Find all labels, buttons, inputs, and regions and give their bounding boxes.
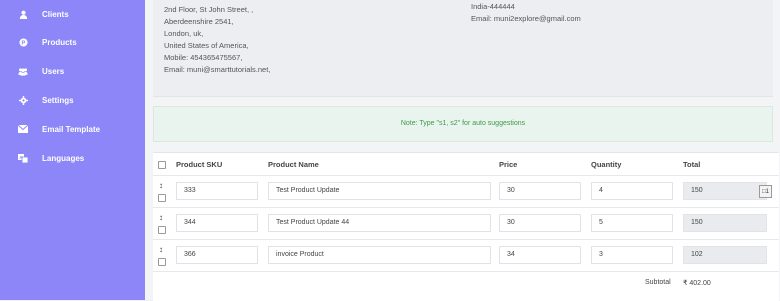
- language-icon: A: [18, 153, 28, 163]
- column-header-name: Product Name: [268, 160, 319, 169]
- sku-input[interactable]: 366: [176, 246, 258, 264]
- sidebar-item-label: Products: [42, 37, 77, 47]
- gear-icon: [18, 95, 28, 105]
- row-divider: [153, 207, 779, 208]
- column-header-total: Total: [683, 160, 701, 169]
- price-input[interactable]: 34: [499, 246, 581, 264]
- from-address-line: Email: muni@smarttutorials.net,: [164, 65, 271, 74]
- product-name-input[interactable]: invoice Product: [268, 246, 491, 264]
- column-header-quantity: Quantity: [591, 160, 622, 169]
- envelope-icon: [18, 124, 28, 134]
- select-all-checkbox[interactable]: [158, 161, 166, 169]
- auto-suggestion-note: Note: Type "s1, s2" for auto suggestions: [153, 106, 773, 142]
- drag-handle-icon[interactable]: ↕: [159, 214, 163, 222]
- users-icon: [18, 66, 28, 76]
- sidebar-item-products[interactable]: P Products: [18, 32, 77, 52]
- drag-handle-icon[interactable]: ↕: [159, 182, 163, 190]
- drag-handle-icon[interactable]: ↕: [159, 246, 163, 254]
- row-checkbox[interactable]: [158, 226, 166, 234]
- to-address-line: Email: muni2explore@gmail.com: [471, 14, 581, 23]
- sidebar-item-label: Settings: [42, 95, 74, 105]
- sidebar-item-label: Clients: [42, 9, 69, 19]
- sidebar-item-label: Users: [42, 66, 65, 76]
- product-icon: P: [18, 37, 28, 47]
- sku-input[interactable]: 333: [176, 182, 258, 200]
- sidebar-item-languages[interactable]: A Languages: [18, 148, 84, 168]
- sidebar: Clients P Products Users Settings Email …: [0, 0, 145, 300]
- sidebar-item-users[interactable]: Users: [18, 61, 64, 81]
- total-field: 102: [683, 246, 767, 264]
- sidebar-item-email-template[interactable]: Email Template: [18, 119, 100, 139]
- address-panel: 2nd Floor, St John Street, , Aberdeenshi…: [153, 0, 773, 97]
- sku-input[interactable]: 344: [176, 214, 258, 232]
- to-address-line: India-444444: [471, 2, 515, 11]
- subtotal-value: ₹ 402.00: [683, 280, 711, 287]
- row-divider: [153, 271, 779, 272]
- quantity-input[interactable]: 3: [591, 246, 673, 264]
- price-input[interactable]: 30: [499, 214, 581, 232]
- sidebar-item-clients[interactable]: Clients: [18, 4, 69, 24]
- from-address-line: United States of America,: [164, 41, 249, 50]
- user-icon: [18, 9, 28, 19]
- price-input[interactable]: 30: [499, 182, 581, 200]
- from-address-line: Aberdeenshire 2541,: [164, 17, 234, 26]
- row-divider: [153, 175, 779, 176]
- column-header-price: Price: [499, 160, 518, 169]
- row-checkbox[interactable]: [158, 194, 166, 202]
- products-table: Product SKU Product Name Price Quantity …: [153, 152, 779, 301]
- row-divider: [153, 239, 779, 240]
- sidebar-item-label: Email Template: [42, 124, 101, 134]
- mini-control[interactable]: □1: [759, 185, 772, 198]
- main-content: 2nd Floor, St John Street, , Aberdeenshi…: [145, 0, 780, 301]
- from-address-line: Mobile: 454365475567,: [164, 53, 243, 62]
- quantity-input[interactable]: 5: [591, 214, 673, 232]
- product-name-input[interactable]: Test Product Update: [268, 182, 491, 200]
- total-field: 150: [683, 214, 767, 232]
- from-address-line: 2nd Floor, St John Street, ,: [164, 5, 254, 14]
- sidebar-item-settings[interactable]: Settings: [18, 90, 74, 110]
- svg-text:P: P: [21, 40, 25, 46]
- sidebar-item-label: Languages: [42, 153, 85, 163]
- total-field: 150: [683, 182, 767, 200]
- from-address-line: London, uk,: [164, 29, 204, 38]
- quantity-input[interactable]: 4: [591, 182, 673, 200]
- product-name-input[interactable]: Test Product Update 44: [268, 214, 491, 232]
- row-checkbox[interactable]: [158, 258, 166, 266]
- subtotal-label: Subtotal: [645, 279, 671, 286]
- column-header-sku: Product SKU: [176, 160, 223, 169]
